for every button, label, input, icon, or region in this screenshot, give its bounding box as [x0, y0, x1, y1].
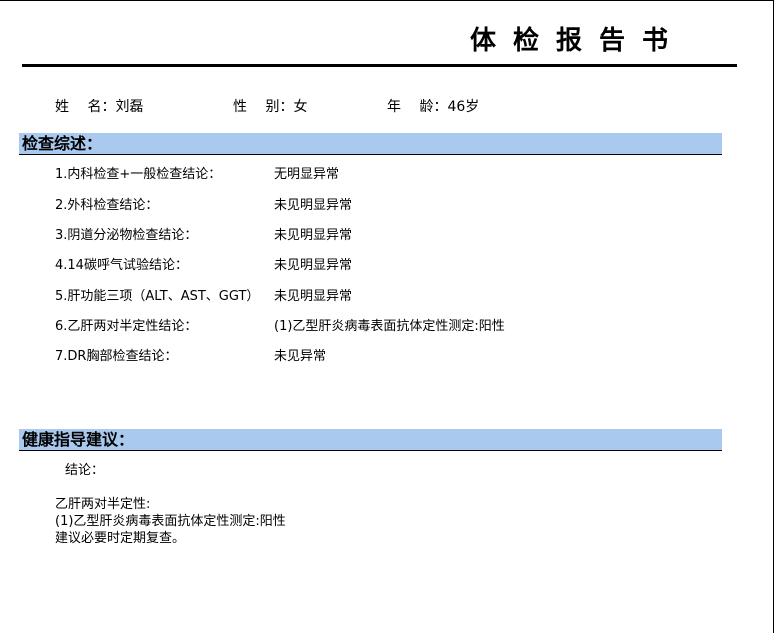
summary-item-value: (1)乙型肝炎病毒表面抗体定性测定:阳性	[274, 319, 505, 334]
summary-item-label: 1.内科检查+一般检查结论：	[55, 167, 222, 182]
summary-item: 2.外科检查结论： 未见明显异常	[55, 196, 735, 216]
summary-item-value: 未见明显异常	[274, 198, 353, 213]
summary-item: 6.乙肝两对半定性结论： (1)乙型肝炎病毒表面抗体定性测定:阳性	[55, 317, 735, 337]
summary-item-label: 3.阴道分泌物检查结论：	[55, 228, 198, 243]
advice-text-line: 建议必要时定期复查。	[55, 531, 186, 546]
summary-item-value: 未见明显异常	[274, 258, 353, 273]
summary-item: 5.肝功能三项（ALT、AST、GGT） 未见明显异常	[55, 287, 735, 307]
patient-gender-value: 女	[293, 99, 308, 115]
summary-item: 7.DR胸部检查结论： 未见异常	[55, 347, 735, 367]
patient-age-label: 年 龄：	[387, 99, 448, 115]
advice-section-header: 健康指导建议：	[19, 429, 722, 451]
advice-text-line: (1)乙型肝炎病毒表面抗体定性测定:阳性	[55, 514, 286, 529]
summary-item-label: 7.DR胸部检查结论：	[55, 349, 178, 364]
report-title: 体检报告书	[470, 26, 686, 56]
patient-gender-field: 性 别：女	[233, 97, 307, 117]
patient-name-field: 姓 名：刘磊	[55, 97, 143, 117]
advice-conclusion-label: 结论：	[65, 463, 105, 478]
title-underline	[22, 64, 737, 67]
summary-item-label: 6.乙肝两对半定性结论：	[55, 319, 198, 334]
summary-section-header: 检查综述：	[19, 133, 722, 155]
summary-item: 1.内科检查+一般检查结论： 无明显异常	[55, 165, 735, 185]
summary-item: 4.14碳呼气试验结论： 未见明显异常	[55, 256, 735, 276]
summary-item-value: 未见异常	[274, 349, 327, 364]
summary-item-value: 未见明显异常	[274, 228, 353, 243]
summary-item: 3.阴道分泌物检查结论： 未见明显异常	[55, 226, 735, 246]
patient-name-value: 刘磊	[115, 99, 144, 115]
advice-text-line: 乙肝两对半定性:	[55, 497, 151, 512]
summary-item-label: 5.肝功能三项（ALT、AST、GGT）	[55, 289, 260, 304]
summary-item-value: 无明显异常	[274, 167, 340, 182]
patient-age-value: 46岁	[447, 99, 480, 115]
summary-item-value: 未见明显异常	[274, 289, 353, 304]
patient-gender-label: 性 别：	[233, 99, 294, 115]
summary-item-label: 2.外科检查结论：	[55, 198, 159, 213]
patient-name-label: 姓 名：	[55, 99, 116, 115]
patient-age-field: 年 龄：46岁	[387, 97, 479, 117]
page-top-border	[0, 0, 774, 1]
summary-item-label: 4.14碳呼气试验结论：	[55, 258, 188, 273]
